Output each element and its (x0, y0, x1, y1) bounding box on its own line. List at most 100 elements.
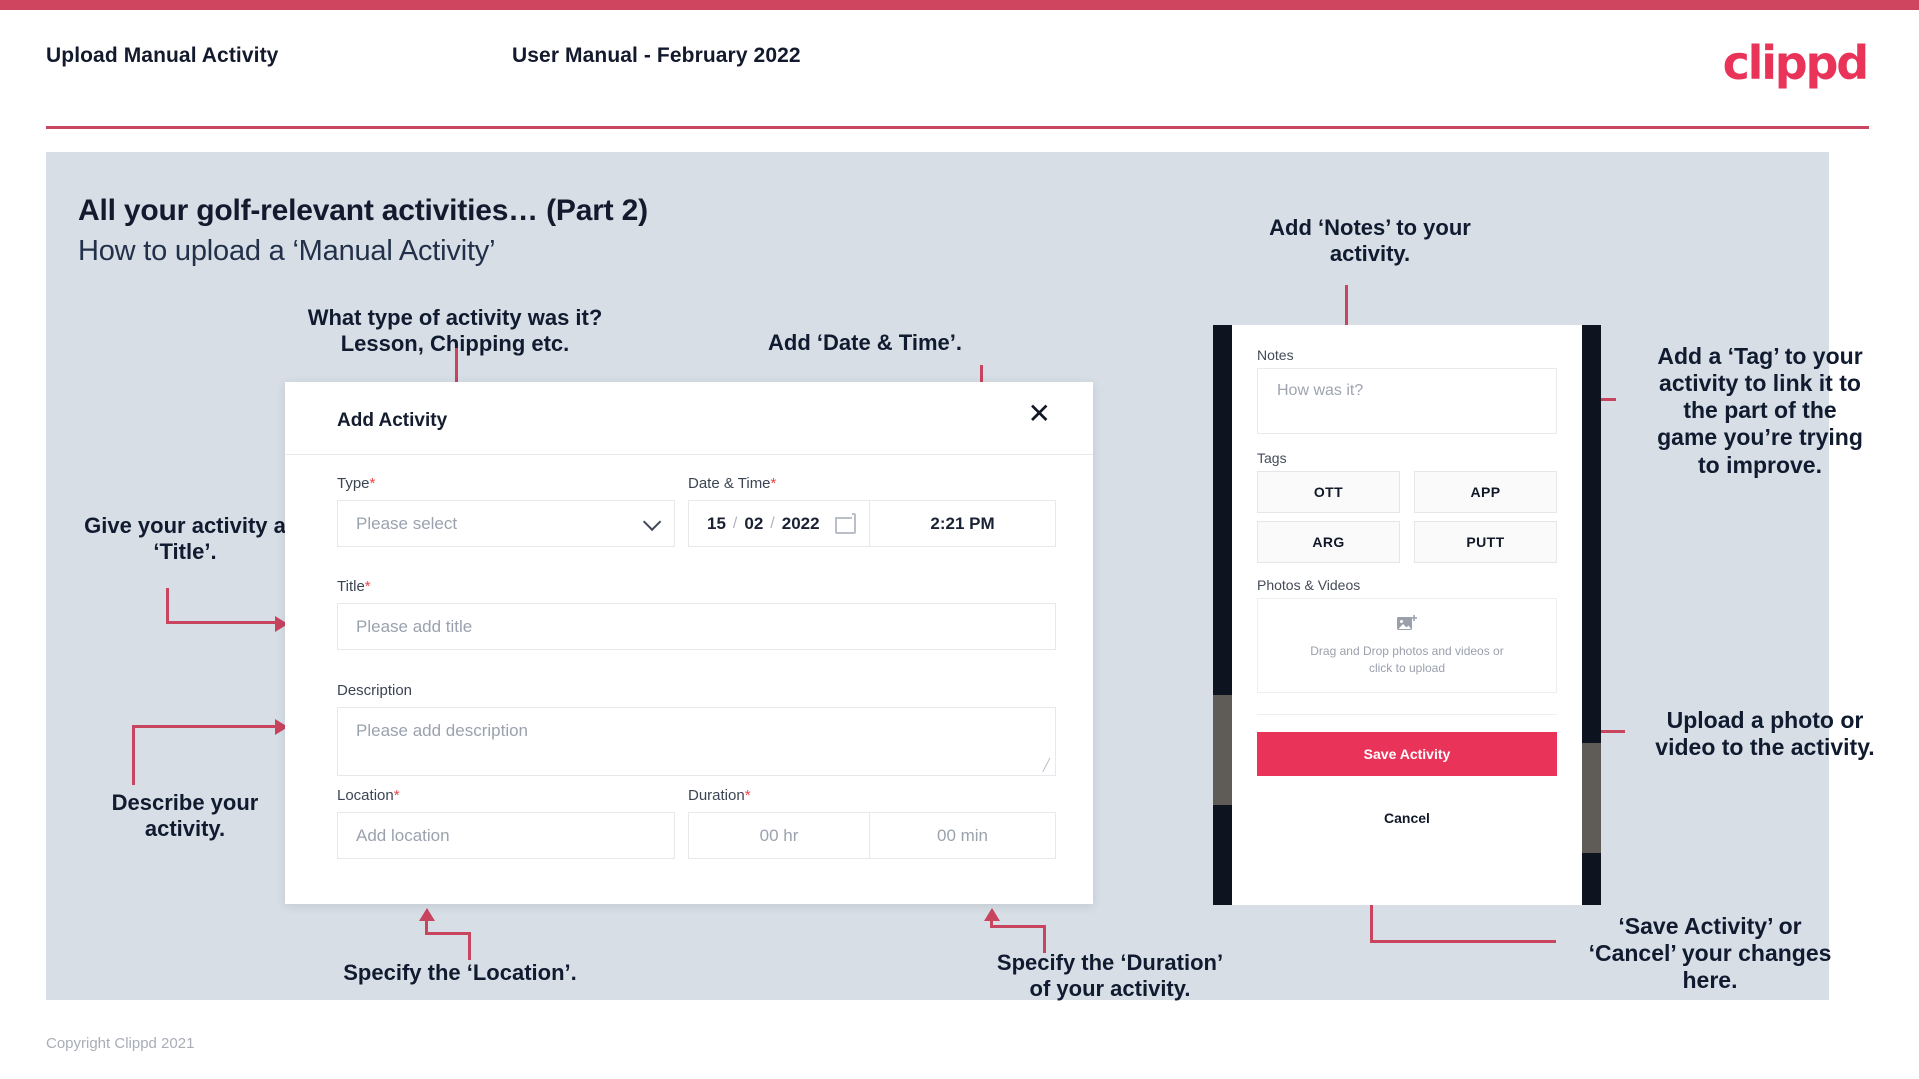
tag-button-putt[interactable]: PUTT (1414, 521, 1557, 563)
location-placeholder: Add location (356, 825, 450, 845)
leader-loc-h (425, 932, 471, 935)
title-input[interactable]: Please add title (337, 603, 1056, 650)
dialog-divider (285, 454, 1093, 455)
leader-dur-v2 (990, 920, 993, 928)
annotation-location: Specify the ‘Location’. (343, 960, 577, 985)
calendar-icon[interactable] (834, 513, 856, 534)
annotation-tags: Add a ‘Tag’ to your activity to link it … (1657, 343, 1863, 478)
cancel-label: Cancel (1384, 810, 1430, 826)
duration-label: Duration* (688, 787, 751, 804)
duration-minutes-placeholder: 00 min (936, 825, 989, 845)
tag-label-app: APP (1470, 484, 1501, 500)
dropzone-text-line1: Drag and Drop photos and videos or (1310, 643, 1504, 658)
datetime-label-text: Date & Time (688, 475, 771, 492)
photo-dropzone[interactable]: Drag and Drop photos and videos or click… (1257, 598, 1557, 693)
location-required-marker: * (393, 787, 400, 804)
annotation-duration: Specify the ‘Duration’ of your activity. (996, 950, 1224, 1001)
phone-power-button-right (1582, 743, 1601, 853)
leader-save-h (1370, 940, 1556, 943)
phone-divider (1257, 714, 1557, 715)
type-label: Type* (337, 475, 375, 492)
description-placeholder: Please add description (356, 721, 529, 740)
title-label-text: Title (337, 578, 365, 595)
date-sep-1: / (732, 514, 738, 532)
duration-hours-input[interactable]: 00 hr (688, 812, 870, 859)
chevron-down-icon (642, 512, 662, 531)
location-label-text: Location (337, 787, 394, 804)
dropzone-text-line2: click to upload (1368, 661, 1446, 675)
document-subtitle: User Manual - February 2022 (512, 44, 801, 67)
type-label-text: Type (337, 475, 370, 492)
date-year: 2022 (781, 513, 820, 533)
leader-dur-v (1043, 925, 1046, 953)
header-divider (46, 126, 1869, 129)
time-value: 2:21 PM (930, 513, 995, 533)
tag-button-ott[interactable]: OTT (1257, 471, 1400, 513)
resize-handle-icon[interactable]: ╱ (1043, 758, 1050, 772)
leader-title-v (166, 588, 169, 624)
date-input[interactable]: 15 / 02 / 2022 (688, 500, 870, 547)
description-label: Description (337, 682, 412, 699)
duration-minutes-input[interactable]: 00 min (870, 812, 1056, 859)
duration-required-marker: * (744, 787, 751, 804)
top-accent-bar (0, 0, 1919, 10)
date-month: 02 (744, 513, 764, 533)
tag-label-arg: ARG (1312, 534, 1345, 550)
footer-copyright: Copyright Clippd 2021 (46, 1035, 195, 1052)
type-select[interactable]: Please select (337, 500, 675, 547)
location-input[interactable]: Add location (337, 812, 675, 859)
location-label: Location* (337, 787, 400, 804)
type-placeholder: Please select (356, 513, 458, 533)
datetime-required-marker: * (770, 475, 777, 492)
duration-hours-placeholder: 00 hr (759, 825, 799, 845)
phone-volume-button-left (1213, 695, 1232, 805)
annotation-notes: Add ‘Notes’ to your activity. (1269, 215, 1471, 266)
datetime-label: Date & Time* (688, 475, 776, 492)
annotation-title: Give your activity a ‘Title’. (84, 513, 286, 564)
notes-label: Notes (1257, 347, 1294, 363)
title-placeholder: Please add title (356, 616, 473, 636)
tag-label-ott: OTT (1313, 484, 1344, 500)
save-activity-label: Save Activity (1363, 746, 1451, 762)
leader-desc-h (132, 725, 277, 728)
title-required-marker: * (364, 578, 371, 595)
leader-dur-arrow (984, 908, 1000, 921)
leader-title-h (166, 621, 276, 624)
annotation-photos: Upload a photo or video to the activity. (1655, 707, 1875, 761)
slide-root: Upload Manual Activity User Manual - Feb… (0, 0, 1919, 1079)
clippd-logo: clippd (1722, 36, 1870, 90)
phone-mockup: Notes How was it? Tags OTT APP ARG PUTT … (1213, 325, 1601, 905)
date-day: 15 (707, 513, 726, 533)
description-textarea[interactable]: Please add description ╱ (337, 707, 1056, 776)
close-icon[interactable]: ✕ (1028, 400, 1051, 428)
annotation-description: Describe your activity. (111, 790, 259, 841)
leader-loc-v2 (425, 920, 428, 935)
time-input[interactable]: 2:21 PM (870, 500, 1056, 547)
duration-label-text: Duration (688, 787, 745, 804)
save-activity-button[interactable]: Save Activity (1257, 732, 1557, 776)
notes-placeholder: How was it? (1277, 382, 1364, 399)
leader-desc-v (132, 725, 135, 785)
phone-screen: Notes How was it? Tags OTT APP ARG PUTT … (1232, 325, 1582, 905)
notes-textarea[interactable] (1257, 368, 1557, 434)
add-activity-dialog: Add Activity ✕ Type* Please select Date … (285, 382, 1093, 904)
annotation-save: ‘Save Activity’ or ‘Cancel’ your changes… (1588, 913, 1832, 994)
page-title: Upload Manual Activity (46, 44, 279, 67)
leader-loc-v (468, 932, 471, 960)
cancel-button[interactable]: Cancel (1232, 810, 1582, 826)
panel-subheading: How to upload a ‘Manual Activity’ (78, 235, 496, 267)
title-label: Title* (337, 578, 371, 595)
date-sep-2: / (770, 514, 775, 532)
dialog-title: Add Activity (337, 410, 448, 431)
tags-label: Tags (1257, 450, 1287, 466)
annotation-datetime: Add ‘Date & Time’. (768, 330, 962, 355)
type-required-marker: * (369, 475, 376, 492)
tag-button-arg[interactable]: ARG (1257, 521, 1400, 563)
phone-bezel-left (1213, 325, 1232, 905)
photos-label: Photos & Videos (1257, 577, 1361, 593)
panel-heading: All your golf-relevant activities… (Part… (78, 194, 648, 227)
add-image-icon (1397, 614, 1417, 630)
tag-button-app[interactable]: APP (1414, 471, 1557, 513)
leader-loc-arrow (419, 908, 435, 921)
tag-label-putt: PUTT (1466, 534, 1505, 550)
